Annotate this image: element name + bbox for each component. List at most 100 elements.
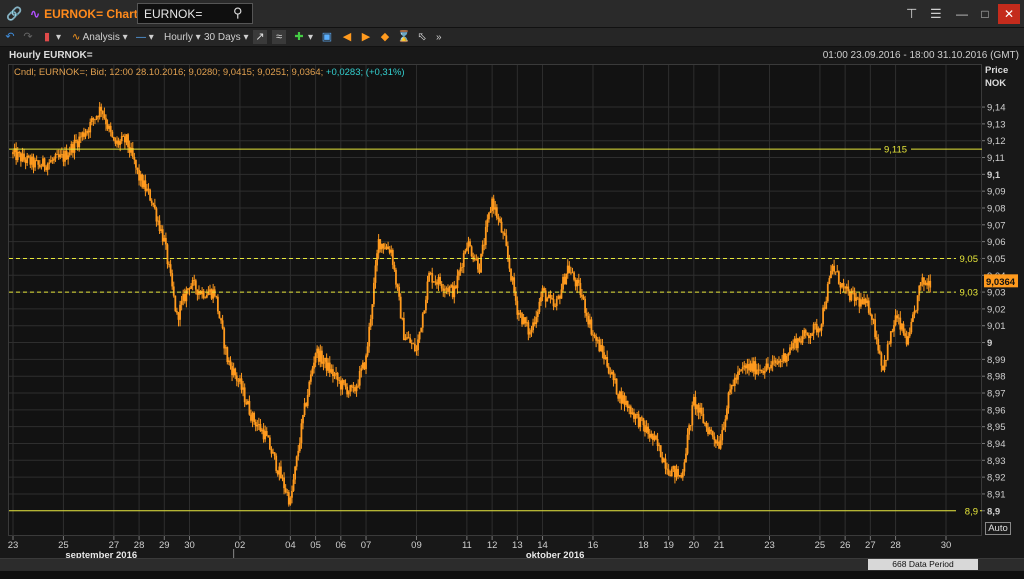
candle-body <box>905 336 908 345</box>
auto-scale-button[interactable]: Auto <box>985 522 1011 535</box>
app-title: ∿ EURNOK= Chart <box>30 6 138 22</box>
candle-body <box>502 232 505 234</box>
zoom-out-icon[interactable]: ⌛ <box>397 30 411 44</box>
candle-body <box>177 312 180 320</box>
analysis-menu[interactable]: ∿ Analysis ▾ <box>72 30 128 45</box>
close-button[interactable]: ✕ <box>998 4 1020 24</box>
candle-body <box>226 347 229 363</box>
candle-body <box>153 204 156 209</box>
candle-body <box>770 364 772 369</box>
candle-type-icon[interactable]: ▮ <box>40 30 54 44</box>
candle-body <box>919 282 922 286</box>
candle-body <box>223 328 226 349</box>
y-tick-label: 8,92 <box>987 473 1006 484</box>
maximize-button[interactable]: □ <box>974 4 996 24</box>
more-tools-icon[interactable]: » <box>436 30 442 45</box>
line-style-menu[interactable]: — ▾ <box>136 30 154 45</box>
price-chart[interactable]: 9,14 9,13 9,12 9,11 9,1 9,09 9,08 9,07 9,06 9,05 9… <box>0 47 1024 579</box>
candle-body <box>833 265 836 272</box>
candle-body <box>358 370 361 386</box>
candle-body <box>332 369 334 377</box>
select-icon[interactable]: ⬁ <box>415 30 429 44</box>
candle-body <box>713 436 716 441</box>
candle-body <box>26 155 29 164</box>
layout-tree-icon[interactable]: ⊤ <box>906 5 917 23</box>
candle-body <box>722 427 725 430</box>
redo-icon[interactable]: ↷ <box>21 30 35 44</box>
candle-body <box>171 273 174 287</box>
candle-body <box>250 414 252 421</box>
candle-body <box>921 277 924 283</box>
candle-body <box>807 335 810 339</box>
candle-type-dropdown[interactable]: ▾ <box>56 30 61 45</box>
candle-body <box>456 275 459 289</box>
candle-body <box>524 317 527 324</box>
candle-body <box>272 452 274 454</box>
candle-body <box>557 296 560 299</box>
candle-body <box>916 295 919 311</box>
crosshair-icon[interactable]: ✚ <box>292 30 306 44</box>
candle-body <box>363 362 366 370</box>
candle-body <box>319 350 322 362</box>
candle-body <box>530 330 533 332</box>
scroll-left-icon[interactable]: ◀ <box>340 30 354 44</box>
candle-body <box>406 337 408 339</box>
data-period[interactable]: 668 Data Period <box>868 559 978 570</box>
range-menu[interactable]: 30 Days ▾ <box>204 30 249 45</box>
candle-body <box>86 130 88 134</box>
candle-body <box>513 277 516 292</box>
scroll-end-icon[interactable]: ▶ <box>359 30 373 44</box>
candle-body <box>376 253 378 266</box>
x-tick-label: 28 <box>890 540 901 551</box>
search-icon[interactable]: ⚲ <box>233 5 249 21</box>
candle-body <box>295 456 298 467</box>
reference-line-label: 9,05 <box>960 254 979 265</box>
candle-body <box>79 136 82 138</box>
multi-line-icon[interactable]: ≈ <box>272 30 286 44</box>
y-tick-label: 8,93 <box>987 456 1006 467</box>
candle-body <box>384 248 386 250</box>
menu-icon[interactable]: ☰ <box>930 5 942 23</box>
candle-body <box>669 474 672 477</box>
candle-body <box>158 220 161 232</box>
trend-line-icon[interactable]: ↗ <box>253 30 267 44</box>
zoom-in-icon[interactable]: ◆ <box>378 30 392 44</box>
zoom-box-icon[interactable]: ▣ <box>320 30 334 44</box>
candle-body <box>138 169 140 181</box>
candle-body <box>891 331 894 333</box>
scroll-strip[interactable] <box>0 571 1024 579</box>
candle-body <box>787 353 790 356</box>
x-tick-label: 02 <box>235 540 246 551</box>
candle-body <box>185 289 188 302</box>
candle-body <box>839 283 842 288</box>
candle-body <box>730 384 733 390</box>
interval-menu[interactable]: Hourly ▾ <box>164 30 201 45</box>
candle-body <box>666 468 668 470</box>
candle-body <box>73 139 76 153</box>
candle-body <box>623 395 626 405</box>
analysis-label: Analysis <box>82 32 120 43</box>
crosshair-dropdown[interactable]: ▾ <box>308 30 313 45</box>
minimize-button[interactable]: — <box>951 4 973 24</box>
candle-body <box>702 413 705 423</box>
candle-body <box>97 116 100 118</box>
candle-body <box>253 412 256 422</box>
candle-body <box>300 423 303 444</box>
candle-body <box>683 462 686 472</box>
candle-body <box>289 497 292 505</box>
chain-link-icon[interactable]: 🔗 <box>6 6 22 22</box>
undo-icon[interactable]: ↶ <box>3 30 17 44</box>
candle-body <box>631 412 634 415</box>
candle-body <box>711 431 714 437</box>
candle-body <box>918 285 921 296</box>
candle-body <box>842 283 845 287</box>
legend-change: +0,0283; (+0,31%) <box>325 67 405 78</box>
candle-body <box>516 300 519 315</box>
candle-body <box>776 363 779 364</box>
candle-body <box>653 435 656 440</box>
candle-body <box>373 282 375 305</box>
candle-body <box>874 319 876 338</box>
candle-body <box>467 241 470 248</box>
candle-body <box>678 475 681 477</box>
candle-body <box>202 290 205 298</box>
